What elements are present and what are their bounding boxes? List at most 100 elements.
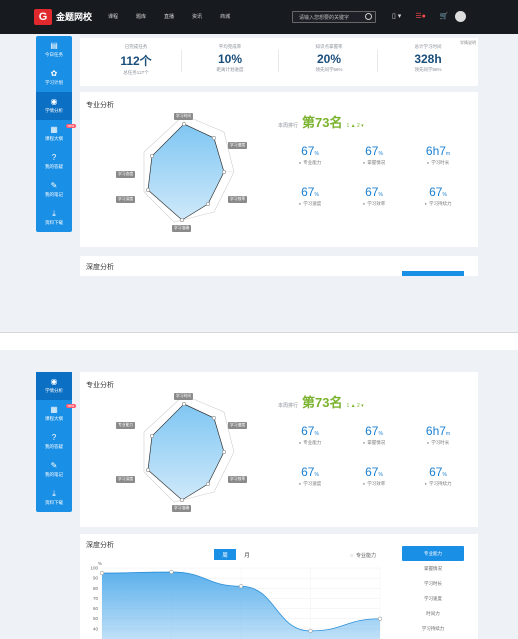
y-axis-unit: %	[98, 561, 102, 566]
nav-item-courses[interactable]: 课程	[108, 13, 118, 20]
nav-icons: ▯ ▾ ☰● 🛒	[392, 12, 449, 20]
radar-label: 学习效率	[228, 476, 248, 483]
nav-menu: 课程 题库 直播 资讯 商城	[108, 13, 230, 20]
sidebar-item-download[interactable]: ⤓ 资料下载	[36, 484, 72, 512]
weekly-rank: 本周排行 第73名 1 ▲ 2 ▾	[278, 115, 364, 130]
data-point[interactable]	[308, 628, 313, 633]
sidebar-item-qa[interactable]: ? 我的答疑	[36, 428, 72, 456]
metric-efficiency: 67% 学习效率	[344, 185, 404, 207]
syllabus-icon: ▦	[50, 125, 58, 134]
logo[interactable]: G 金题网校	[34, 9, 92, 25]
sidebar-item-today-task[interactable]: ▤ 今日任务	[36, 36, 72, 64]
sidebar: ▤ 今日任务 ✿ 学习计划 ◉ 学情分析 ▦ 课程大纲 new ? 我的答疑 ✎…	[36, 36, 76, 232]
sidebar-item-notes[interactable]: ✎ 我的笔记	[36, 456, 72, 484]
metric-list-item-professional[interactable]: 专业能力	[402, 546, 464, 561]
section-title: 深度分析	[86, 264, 114, 271]
data-point[interactable]	[238, 584, 244, 589]
analysis-card: 专业分析 学习时间 学习速度 学习效率 学习准确 学习深度 专业能力 本周排行 …	[80, 372, 478, 527]
plan-icon: ✿	[50, 69, 58, 78]
radar-label: 学习时间	[174, 113, 194, 120]
metric-list-active-edge	[402, 271, 464, 276]
divider	[181, 50, 182, 72]
metric-mastery: 67% 掌握情况	[344, 144, 404, 166]
sidebar-item-syllabus[interactable]: ▦ 课程大纲 new	[36, 120, 76, 148]
metric-persistence: 67% 学习持续力	[408, 185, 468, 207]
metric-list-item-speed[interactable]: 学习速度	[402, 591, 464, 606]
metric-professional: 67% 专业能力	[280, 424, 340, 446]
logo-mark-icon: G	[34, 9, 52, 25]
metric-list-item-persistence[interactable]: 学习持续力	[402, 621, 464, 636]
cart-icon[interactable]: 🛒	[440, 12, 449, 20]
search-icon[interactable]	[365, 13, 372, 20]
sidebar-item-notes[interactable]: ✎ 我的笔记	[36, 176, 72, 204]
y-tick-label: 100	[90, 566, 98, 571]
stat-completed-tasks: 已完成任务 112个 总任务127个	[120, 44, 152, 75]
sidebar: ◉ 学情分析 ▦ 课程大纲 new ? 我的答疑 ✎ 我的笔记 ⤓ 资料下载	[36, 372, 76, 512]
sidebar-item-analysis[interactable]: ◉ 学情分析	[36, 92, 72, 120]
radar-chart	[143, 394, 235, 503]
radar-label: 学习准确	[172, 225, 192, 232]
y-tick-label: 40	[93, 626, 99, 631]
download-icon: ⤓	[52, 489, 56, 498]
analysis-icon: ◉	[50, 97, 58, 106]
area-chart: %100 90 80 70 60 50 40	[90, 561, 383, 639]
stats-card: 已完成任务 112个 总任务127个 平均完成率 10% 距离计划进度 知识点掌…	[80, 38, 478, 86]
stat-completion-rate: 平均完成率 10% 距离计划进度	[216, 44, 244, 72]
radar-label: 学习深度	[116, 196, 136, 203]
screenshot-top: G 金题网校 课程 题库 直播 资讯 商城 请输入您想要的关键字 ▯ ▾ ☰● …	[0, 0, 518, 332]
sidebar-item-analysis[interactable]: ◉ 学情分析	[36, 372, 72, 400]
logo-text: 金题网校	[56, 11, 93, 22]
data-point[interactable]	[99, 571, 105, 576]
data-point[interactable]	[169, 570, 174, 575]
nav-item-mall[interactable]: 商城	[220, 13, 230, 20]
nav-item-news[interactable]: 资讯	[192, 13, 202, 20]
sidebar-item-qa[interactable]: ? 我的答疑	[36, 148, 72, 176]
metric-list-item-time[interactable]: 时间力	[402, 606, 464, 621]
depth-card-truncated: 深度分析	[80, 256, 478, 276]
tab-week[interactable]: 周	[214, 549, 236, 560]
radar-chart	[143, 114, 235, 223]
weekly-rank: 本周排行 第73名 1 ▲ 2 ▾	[278, 395, 364, 410]
radar-label: 专业能力	[116, 422, 136, 429]
metric-duration: 6h7m 学习时长	[408, 424, 468, 446]
sidebar-item-download[interactable]: ⤓ 资料下载	[36, 204, 72, 232]
sidebar-item-study-plan[interactable]: ✿ 学习计划	[36, 64, 72, 92]
depth-analysis-card: 深度分析 周 月 专业能力 %100 90 80 70 60 50 40 专业能力 掌握情况…	[80, 534, 478, 639]
tab-month[interactable]: 月	[236, 549, 258, 560]
divider	[377, 50, 378, 72]
separator	[0, 332, 518, 350]
metric-mastery: 67% 掌握情况	[344, 424, 404, 446]
metric-duration: 6h7m 学习时长	[408, 144, 468, 166]
phone-icon[interactable]: ▯ ▾	[392, 12, 401, 20]
chart-legend: 专业能力	[350, 552, 376, 559]
nav-item-question-bank[interactable]: 题库	[136, 13, 146, 20]
search-placeholder: 请输入您想要的关键字	[299, 15, 350, 21]
message-icon[interactable]: ☰●	[415, 12, 426, 20]
avatar[interactable]	[455, 11, 466, 22]
screenshot-bottom: ◉ 学情分析 ▦ 课程大纲 new ? 我的答疑 ✎ 我的笔记 ⤓ 资料下载 专…	[0, 350, 518, 639]
y-tick-label: 90	[93, 576, 99, 581]
metric-list-item-duration[interactable]: 学习时长	[402, 576, 464, 591]
divider	[278, 50, 279, 72]
radar-label: 学习效率	[228, 196, 248, 203]
metric-speed: 67% 学习速度	[280, 185, 340, 207]
analysis-icon: ◉	[50, 377, 58, 386]
radar-label: 学习速度	[228, 142, 248, 149]
radar-label: 学习深度	[116, 476, 136, 483]
nav-item-live[interactable]: 直播	[164, 13, 174, 20]
search-input[interactable]: 请输入您想要的关键字	[292, 11, 376, 23]
y-tick-label: 60	[93, 606, 99, 611]
analysis-card: 专业分析 学习时间 学习速度 学习效率 学习准确 学习深度 学习态度 本周排行 …	[80, 92, 478, 247]
data-point[interactable]	[377, 616, 383, 621]
sidebar-item-syllabus[interactable]: ▦ 课程大纲 new	[36, 400, 76, 428]
metric-list-item-mastery[interactable]: 掌握情况	[402, 561, 464, 576]
y-tick-label: 80	[93, 586, 99, 591]
radar-label: 学习时间	[174, 393, 194, 400]
stats-help-link[interactable]: 学情说明	[460, 40, 476, 46]
y-tick-label: 50	[93, 616, 99, 621]
pencil-icon: ✎	[50, 461, 58, 470]
metric-speed: 67% 学习速度	[280, 465, 340, 487]
pencil-icon: ✎	[50, 181, 58, 190]
metric-list: 专业能力 掌握情况 学习时长 学习速度 时间力 学习持续力	[402, 546, 464, 636]
radar-label: 学习准确	[172, 505, 192, 512]
